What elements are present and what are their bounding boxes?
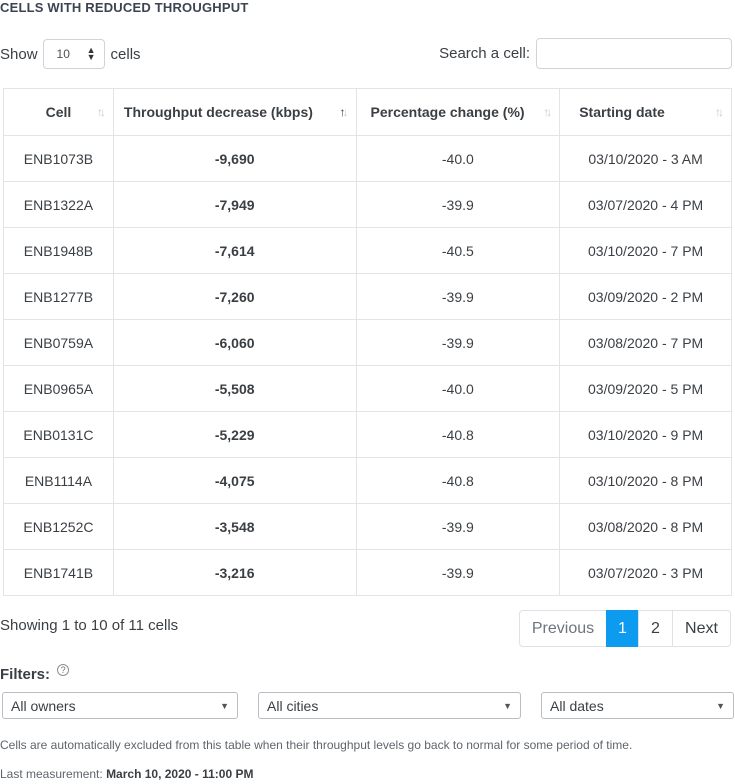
- throughput-decrease-value: -5,508: [112, 365, 357, 412]
- starting-date-value: 03/10/2020 - 9 PM: [559, 411, 732, 458]
- next-page-button[interactable]: Next: [672, 610, 731, 647]
- cell-link[interactable]: ENB1252C: [3, 503, 114, 550]
- cell-link[interactable]: ENB0965A: [3, 365, 114, 412]
- percentage-change-value: -40.0: [355, 135, 561, 182]
- cells-label: cells: [110, 45, 141, 63]
- cell-link[interactable]: ENB1741B: [3, 549, 114, 596]
- table-header-row: Cell ↑↓ Throughput decrease (kbps) ↑↓ Pe…: [3, 88, 732, 136]
- percentage-change-value: -39.9: [355, 319, 561, 366]
- starting-date-value: 03/08/2020 - 7 PM: [559, 319, 732, 366]
- caret-down-icon: ▼: [716, 700, 725, 711]
- cells-table: Cell ↑↓ Throughput decrease (kbps) ↑↓ Pe…: [3, 88, 732, 596]
- throughput-decrease-value: -3,548: [112, 503, 357, 550]
- last-measurement-label: Last measurement:: [0, 767, 103, 781]
- exclusion-note: Cells are automatically excluded from th…: [0, 738, 633, 752]
- last-measurement-value: March 10, 2020 - 11:00 PM: [106, 767, 254, 781]
- percentage-change-value: -40.8: [355, 411, 561, 458]
- caret-down-icon: ▼: [503, 700, 512, 711]
- percentage-change-value: -40.0: [355, 365, 561, 412]
- throughput-decrease-value: -3,216: [112, 549, 357, 596]
- column-header-percentage-change[interactable]: Percentage change (%) ↑↓: [355, 88, 561, 136]
- throughput-decrease-value: -7,949: [112, 181, 357, 228]
- percentage-change-value: -39.9: [355, 273, 561, 320]
- column-header-label: Throughput decrease (kbps): [123, 104, 313, 120]
- column-header-label: Cell: [45, 104, 72, 120]
- page-2-button[interactable]: 2: [638, 610, 673, 647]
- table-row: ENB1948B -7,614 -40.5 03/10/2020 - 7 PM: [3, 227, 732, 274]
- sort-arrows-icon: ↑↓: [96, 105, 106, 119]
- page-1-button[interactable]: 1: [606, 610, 639, 647]
- page-size-control: Show 10 ▲ ▼ cells: [0, 39, 141, 69]
- pagination: Previous 1 2 Next: [519, 610, 731, 647]
- table-row: ENB0131C -5,229 -40.8 03/10/2020 - 9 PM: [3, 411, 732, 458]
- percentage-change-value: -40.8: [355, 457, 561, 504]
- filters-heading: Filters: ?: [0, 664, 70, 683]
- previous-page-button[interactable]: Previous: [519, 610, 607, 647]
- page-size-value: 10: [56, 47, 70, 61]
- dates-filter-value: All dates: [550, 697, 604, 714]
- throughput-decrease-value: -7,614: [112, 227, 357, 274]
- percentage-change-value: -39.9: [355, 549, 561, 596]
- cell-link[interactable]: ENB1948B: [3, 227, 114, 274]
- cities-filter-value: All cities: [267, 697, 319, 714]
- throughput-decrease-value: -5,229: [112, 411, 357, 458]
- starting-date-value: 03/07/2020 - 4 PM: [559, 181, 732, 228]
- cell-link[interactable]: ENB1277B: [3, 273, 114, 320]
- search-label: Search a cell:: [439, 45, 530, 62]
- column-header-label: Percentage change (%): [370, 104, 525, 120]
- table-row: ENB0965A -5,508 -40.0 03/09/2020 - 5 PM: [3, 365, 732, 412]
- table-row: ENB1277B -7,260 -39.9 03/09/2020 - 2 PM: [3, 273, 732, 320]
- column-header-label: Starting date: [579, 104, 665, 120]
- throughput-decrease-value: -7,260: [112, 273, 357, 320]
- table-row: ENB1073B -9,690 -40.0 03/10/2020 - 3 AM: [3, 135, 732, 182]
- last-measurement: Last measurement: March 10, 2020 - 11:00…: [0, 767, 253, 781]
- throughput-decrease-value: -9,690: [112, 135, 357, 182]
- search-control: Search a cell:: [439, 38, 732, 69]
- table-row: ENB1114A -4,075 -40.8 03/10/2020 - 8 PM: [3, 457, 732, 504]
- pagination-summary: Showing 1 to 10 of 11 cells: [0, 617, 179, 634]
- table-row: ENB0759A -6,060 -39.9 03/08/2020 - 7 PM: [3, 319, 732, 366]
- cell-link[interactable]: ENB0759A: [3, 319, 114, 366]
- show-label: Show: [0, 45, 38, 63]
- cities-filter-select[interactable]: All cities ▼: [258, 692, 521, 719]
- page-size-select[interactable]: 10 ▲ ▼: [42, 39, 105, 69]
- starting-date-value: 03/09/2020 - 2 PM: [559, 273, 732, 320]
- cell-link[interactable]: ENB0131C: [3, 411, 114, 458]
- owners-filter-select[interactable]: All owners ▼: [2, 692, 238, 719]
- starting-date-value: 03/10/2020 - 3 AM: [559, 135, 732, 182]
- percentage-change-value: -39.9: [355, 181, 561, 228]
- updown-caret-icon: ▲ ▼: [86, 45, 96, 62]
- starting-date-value: 03/08/2020 - 8 PM: [559, 503, 732, 550]
- dates-filter-select[interactable]: All dates ▼: [541, 692, 734, 719]
- cell-link[interactable]: ENB1322A: [3, 181, 114, 228]
- throughput-decrease-value: -4,075: [112, 457, 357, 504]
- column-header-throughput-decrease[interactable]: Throughput decrease (kbps) ↑↓: [112, 88, 357, 136]
- cell-link[interactable]: ENB1114A: [3, 457, 114, 504]
- starting-date-value: 03/10/2020 - 7 PM: [559, 227, 732, 274]
- caret-down-icon: ▼: [220, 700, 229, 711]
- percentage-change-value: -39.9: [355, 503, 561, 550]
- cell-link[interactable]: ENB1073B: [3, 135, 114, 182]
- sort-arrows-icon: ↑↓: [339, 105, 349, 119]
- help-circle-icon[interactable]: ?: [57, 664, 70, 676]
- starting-date-value: 03/10/2020 - 8 PM: [559, 457, 732, 504]
- throughput-decrease-value: -6,060: [112, 319, 357, 366]
- filters-label: Filters:: [0, 666, 51, 683]
- column-header-cell[interactable]: Cell ↑↓: [3, 88, 114, 136]
- sort-arrows-icon: ↑↓: [715, 105, 724, 119]
- page-title: CELLS WITH REDUCED THROUGHPUT: [0, 0, 249, 15]
- starting-date-value: 03/09/2020 - 5 PM: [559, 365, 732, 412]
- owners-filter-value: All owners: [11, 697, 76, 714]
- starting-date-value: 03/07/2020 - 3 PM: [559, 549, 732, 596]
- table-row: ENB1252C -3,548 -39.9 03/08/2020 - 8 PM: [3, 503, 732, 550]
- sort-arrows-icon: ↑↓: [543, 105, 552, 119]
- column-header-starting-date[interactable]: Starting date ↑↓: [559, 88, 732, 136]
- table-row: ENB1741B -3,216 -39.9 03/07/2020 - 3 PM: [3, 549, 732, 596]
- table-row: ENB1322A -7,949 -39.9 03/07/2020 - 4 PM: [3, 181, 732, 228]
- percentage-change-value: -40.5: [355, 227, 561, 274]
- search-input[interactable]: [536, 38, 732, 69]
